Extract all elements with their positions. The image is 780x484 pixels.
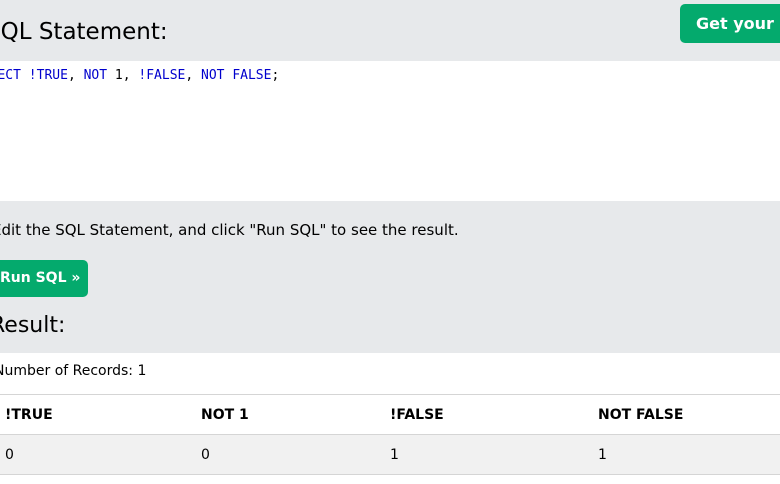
column-header: NOT FALSE (598, 394, 780, 435)
result-table: !TRUE NOT 1 !FALSE NOT FALSE 0 0 1 1 (0, 394, 780, 475)
table-row: 0 0 1 1 (0, 434, 780, 475)
table-cell: 0 (0, 434, 201, 475)
table-cell: 1 (598, 434, 780, 475)
column-header: !FALSE (390, 394, 598, 435)
table-header-row: !TRUE NOT 1 !FALSE NOT FALSE (0, 394, 780, 435)
sql-editor[interactable]: SELECT !TRUE, NOT 1, !FALSE, NOT FALSE; (0, 61, 780, 201)
sql-text-token: ; (271, 68, 280, 83)
sql-code-text[interactable]: SELECT !TRUE, NOT 1, !FALSE, NOT FALSE; (0, 68, 279, 83)
column-header: NOT 1 (201, 394, 390, 435)
result-heading: Result: (0, 313, 66, 338)
sql-keyword-token: NOT (83, 68, 108, 83)
sql-keyword-token: !FALSE (138, 68, 186, 83)
column-header: !TRUE (0, 394, 201, 435)
get-own-website-button[interactable]: Get your own (680, 4, 780, 43)
sql-text-token (21, 68, 29, 83)
sql-keyword-token: !TRUE (28, 68, 68, 83)
instruction-text: Edit the SQL Statement, and click "Run S… (0, 221, 459, 239)
sql-tryit-page: SQL Statement: Get your own SELECT !TRUE… (0, 0, 780, 484)
run-sql-button[interactable]: Run SQL » (0, 260, 88, 297)
table-cell: 1 (390, 434, 598, 475)
sql-text-token: , (67, 68, 84, 83)
sql-text-token: , (185, 68, 202, 83)
sql-statement-heading: SQL Statement: (0, 19, 168, 45)
sql-text-token: 1, (107, 68, 139, 83)
sql-keyword-token: NOT FALSE (201, 68, 272, 83)
records-count: Number of Records: 1 (0, 363, 147, 379)
table-cell: 0 (201, 434, 390, 475)
sql-keyword-token: SELECT (0, 68, 21, 83)
result-panel: Number of Records: 1 !TRUE NOT 1 !FALSE … (0, 353, 780, 484)
